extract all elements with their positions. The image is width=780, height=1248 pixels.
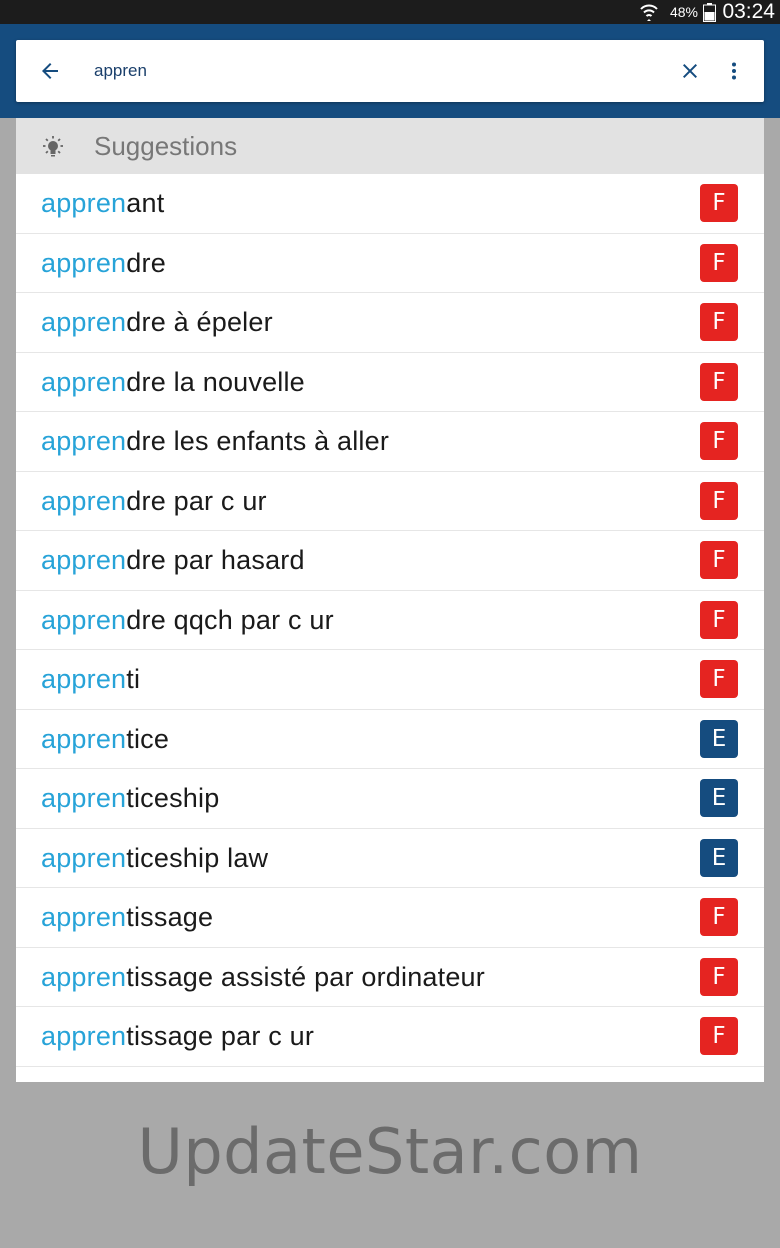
language-badge: E (700, 779, 738, 817)
suggestion-word: apprendre par c ur (41, 486, 267, 517)
suggestion-match: appren (41, 961, 127, 992)
suggestions-header: Suggestions (16, 118, 764, 174)
language-badge: E (700, 838, 738, 877)
suggestion-match: appren (41, 247, 127, 278)
suggestion-item[interactable]: apprenti F (16, 650, 764, 710)
search-bar (16, 40, 764, 102)
language-badge: F (700, 422, 738, 460)
suggestion-match: appren (41, 545, 127, 575)
suggestion-rest: dre par c ur (126, 485, 267, 516)
battery-icon (703, 3, 716, 22)
suggestion-item[interactable]: apprentice E (16, 710, 764, 769)
suggestion-word: apprentissage par c ur (41, 1021, 314, 1052)
search-input[interactable] (94, 58, 654, 84)
suggestion-match: appren (41, 1021, 127, 1051)
wifi-icon (640, 4, 658, 21)
suggestion-item[interactable]: apprenticeship E (16, 769, 764, 829)
suggestion-item[interactable]: apprentissage par c ur F (16, 1007, 764, 1067)
language-badge: F (700, 184, 738, 222)
suggestion-word: apprendre à épeler (41, 307, 273, 338)
clock: 03:24 (722, 0, 775, 23)
suggestion-rest: tice (126, 723, 170, 754)
suggestion-item[interactable]: apprendre par hasard F (16, 531, 764, 591)
suggestion-word: apprendre qqch par c ur (41, 605, 334, 636)
suggestion-match: appren (41, 426, 127, 456)
suggestion-match: appren (41, 664, 127, 694)
suggestion-item[interactable]: apprendre par c ur F (16, 472, 764, 531)
suggestion-word: apprentissage (41, 902, 213, 933)
suggestion-rest: dre à épeler (126, 307, 273, 337)
language-badge: F (700, 541, 738, 579)
suggestion-word: apprenticeship law (41, 843, 268, 874)
language-badge: F (700, 362, 738, 401)
suggestion-rest: tissage (126, 902, 214, 932)
status-bar: 48% 03:24 (0, 0, 780, 24)
language-badge: F (700, 303, 738, 341)
suggestion-rest: tissage par c ur (126, 1021, 315, 1051)
battery-percent: 48% (669, 4, 698, 20)
language-badge: F (700, 1017, 738, 1055)
suggestion-item[interactable]: apprenticeship law E (16, 829, 764, 888)
close-icon[interactable] (678, 59, 702, 83)
suggestion-word: apprenti (41, 664, 140, 695)
suggestion-word: apprenticeship (41, 783, 219, 814)
language-badge: F (700, 481, 738, 520)
suggestion-item[interactable]: apprendre les enfants à aller F (16, 412, 764, 472)
suggestion-match: appren (41, 485, 127, 516)
suggestions-title: Suggestions (94, 131, 238, 161)
suggestion-rest: dre qqch par c ur (126, 604, 334, 635)
suggestion-match: appren (41, 842, 127, 873)
suggestion-rest: tissage assisté par ordinateur (126, 961, 485, 992)
suggestions-panel: Suggestions apprenant F apprendre F appren… (16, 118, 764, 1082)
suggestion-rest: ti (126, 664, 141, 694)
suggestion-rest: dre les enfants à aller (126, 426, 390, 456)
suggestion-list: apprenant F apprendre F apprendre à épeler… (16, 174, 764, 1067)
language-badge: E (700, 719, 738, 758)
suggestion-word: apprendre (41, 248, 166, 279)
suggestion-match: appren (41, 723, 127, 754)
suggestion-match: appren (41, 307, 127, 337)
suggestion-item[interactable]: apprenant F (16, 174, 764, 234)
suggestion-item[interactable]: apprendre F (16, 234, 764, 293)
suggestion-rest: dre (126, 247, 166, 278)
suggestion-match: appren (41, 366, 127, 397)
suggestion-match: appren (41, 188, 127, 218)
language-badge: F (700, 600, 738, 639)
suggestion-word: apprendre par hasard (41, 545, 305, 576)
suggestion-item[interactable]: apprendre à épeler F (16, 293, 764, 353)
suggestion-word: apprentice (41, 724, 169, 755)
suggestion-item[interactable]: apprendre la nouvelle F (16, 353, 764, 412)
suggestion-word: apprendre la nouvelle (41, 367, 305, 398)
suggestion-match: appren (41, 902, 127, 932)
language-badge: F (700, 898, 738, 936)
suggestion-rest: ticeship law (126, 842, 269, 873)
lightbulb-icon (43, 136, 63, 157)
suggestion-item[interactable]: apprentissage F (16, 888, 764, 948)
suggestion-item[interactable]: apprendre qqch par c ur F (16, 591, 764, 650)
suggestion-rest: dre par hasard (126, 545, 305, 575)
suggestion-rest: ticeship (126, 783, 220, 813)
language-badge: F (700, 660, 738, 698)
suggestion-word: apprenant (41, 188, 164, 219)
language-badge: F (700, 243, 738, 282)
suggestion-rest: ant (126, 188, 165, 218)
suggestion-word: apprentissage assisté par ordinateur (41, 962, 485, 993)
suggestion-match: appren (41, 783, 127, 813)
suggestion-word: apprendre les enfants à aller (41, 426, 389, 457)
language-badge: F (700, 957, 738, 996)
more-vert-icon[interactable] (722, 59, 746, 83)
suggestion-item[interactable]: apprentissage assisté par ordinateur F (16, 948, 764, 1007)
suggestion-rest: dre la nouvelle (126, 366, 305, 397)
suggestion-match: appren (41, 604, 127, 635)
watermark: UpdateStar.com (137, 1115, 643, 1188)
arrow-left-icon[interactable] (38, 59, 62, 83)
